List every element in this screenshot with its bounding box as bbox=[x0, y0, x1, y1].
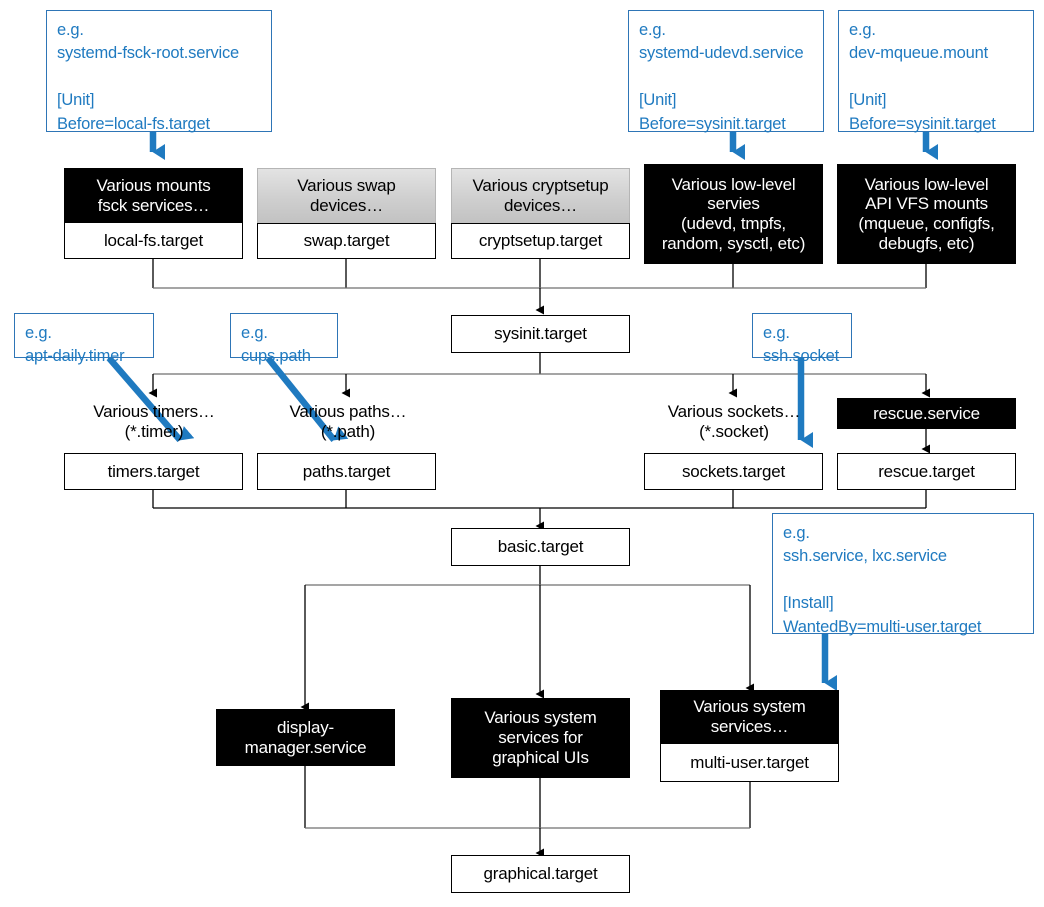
node-display-manager-service: display- manager.service bbox=[216, 709, 395, 766]
callout-note-apt-daily-timer: e.g. apt-daily.timer bbox=[14, 313, 154, 365]
local-fs-header: Various mounts fsck services… bbox=[64, 168, 243, 223]
node-swap-target: Various swap devices… swap.target bbox=[257, 168, 436, 259]
node-graphical-ui-services: Various system services for graphical UI… bbox=[451, 698, 630, 778]
callout-note-udevd: e.g. systemd-udevd.service [Unit] Before… bbox=[628, 10, 824, 133]
multi-user-target-label: multi-user.target bbox=[660, 744, 839, 782]
node-local-fs-target: Various mounts fsck services… local-fs.t… bbox=[64, 168, 243, 259]
node-sysinit-target: sysinit.target bbox=[451, 315, 630, 353]
multi-user-header: Various system services… bbox=[660, 690, 839, 744]
caption-various-sockets: Various sockets… (*.socket) bbox=[667, 402, 801, 442]
timers-target-label: timers.target bbox=[64, 453, 243, 490]
basic-target-label: basic.target bbox=[451, 528, 630, 566]
low-level-mounts-label: Various low-level API VFS mounts (mqueue… bbox=[837, 164, 1016, 264]
graphical-ui-services-label: Various system services for graphical UI… bbox=[451, 698, 630, 778]
cryptsetup-header: Various cryptsetup devices… bbox=[451, 168, 630, 223]
paths-target-label: paths.target bbox=[257, 453, 436, 490]
sockets-target-label: sockets.target bbox=[644, 453, 823, 490]
callout-note-mqueue: e.g. dev-mqueue.mount [Unit] Before=sysi… bbox=[838, 10, 1034, 133]
node-graphical-target: graphical.target bbox=[451, 855, 630, 893]
node-paths-target: paths.target bbox=[257, 453, 436, 490]
low-level-services-label: Various low-level servies (udevd, tmpfs,… bbox=[644, 164, 823, 264]
caption-various-timers: Various timers… (*.timer) bbox=[93, 402, 215, 442]
node-low-level-api-vfs-mounts: Various low-level API VFS mounts (mqueue… bbox=[837, 164, 1016, 264]
display-manager-label: display- manager.service bbox=[216, 709, 395, 766]
node-basic-target: basic.target bbox=[451, 528, 630, 566]
node-rescue-service: rescue.service bbox=[837, 398, 1016, 429]
systemd-boot-diagram: e.g. systemd-fsck-root.service [Unit] Be… bbox=[0, 0, 1044, 907]
rescue-service-label: rescue.service bbox=[837, 398, 1016, 429]
node-multi-user-target: Various system services… multi-user.targ… bbox=[660, 690, 839, 782]
sysinit-target-label: sysinit.target bbox=[451, 315, 630, 353]
callout-note-ssh-socket: e.g. ssh.socket bbox=[752, 313, 852, 365]
callout-note-fsck: e.g. systemd-fsck-root.service [Unit] Be… bbox=[46, 10, 272, 133]
rescue-target-label: rescue.target bbox=[837, 453, 1016, 490]
node-low-level-services: Various low-level servies (udevd, tmpfs,… bbox=[644, 164, 823, 264]
node-sockets-target: sockets.target bbox=[644, 453, 823, 490]
caption-various-paths: Various paths… (*.path) bbox=[289, 402, 407, 442]
cryptsetup-target-label: cryptsetup.target bbox=[451, 223, 630, 259]
node-cryptsetup-target: Various cryptsetup devices… cryptsetup.t… bbox=[451, 168, 630, 259]
swap-header: Various swap devices… bbox=[257, 168, 436, 223]
swap-target-label: swap.target bbox=[257, 223, 436, 259]
node-rescue-target: rescue.target bbox=[837, 453, 1016, 490]
node-timers-target: timers.target bbox=[64, 453, 243, 490]
graphical-target-label: graphical.target bbox=[451, 855, 630, 893]
callout-note-cups-path: e.g. cups.path bbox=[230, 313, 338, 365]
callout-note-ssh-service: e.g. ssh.service, lxc.service [Install] … bbox=[772, 513, 1034, 636]
local-fs-target-label: local-fs.target bbox=[64, 223, 243, 259]
